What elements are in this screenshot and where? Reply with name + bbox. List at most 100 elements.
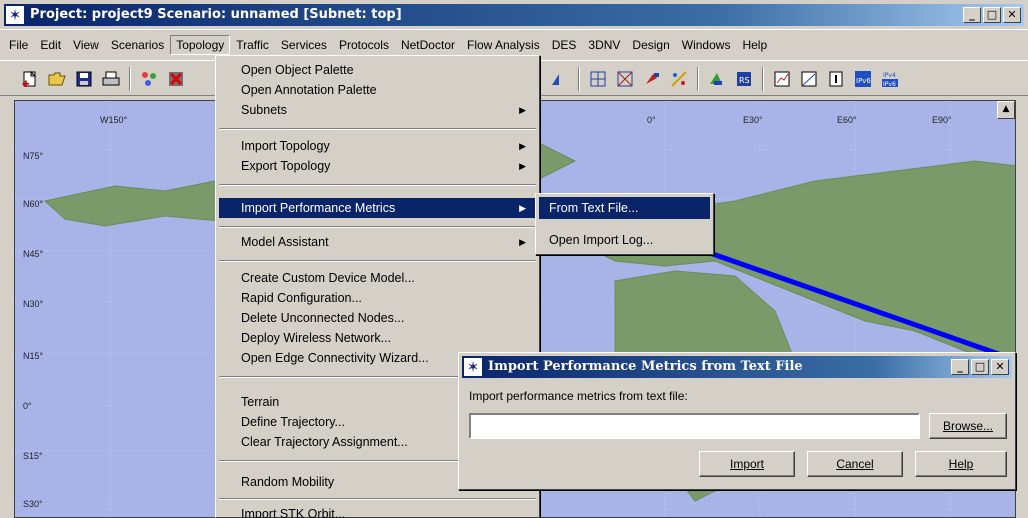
dialog-title: Import Performance Metrics from Text Fil… [488, 359, 803, 374]
menu-delete-unconnected-nodes[interactable]: Delete Unconnected Nodes... [219, 308, 536, 328]
menu-services[interactable]: Services [275, 35, 333, 55]
triangle-tool-icon[interactable] [548, 67, 572, 91]
menu-export-topology[interactable]: Export Topology ▶ [219, 156, 536, 176]
topology-cross-icon[interactable] [613, 67, 637, 91]
topology-grid-icon[interactable] [586, 67, 610, 91]
menu-topology[interactable]: Topology [170, 35, 231, 55]
scroll-up-arrow-icon[interactable]: ▲ [997, 101, 1015, 119]
toolbar-separator [762, 67, 764, 91]
delete-node-icon[interactable] [164, 67, 188, 91]
submenu-arrow-icon: ▶ [519, 203, 526, 213]
menu-windows[interactable]: Windows [676, 35, 737, 55]
maximize-button[interactable]: □ [983, 7, 1001, 23]
latitude-label: N75° [23, 151, 44, 161]
results-icon[interactable]: RS [732, 67, 756, 91]
window-controls: _ □ ✕ [963, 7, 1021, 23]
ipv4-ipv6-icon[interactable]: IPv4 IPv6 [878, 67, 902, 91]
longitude-label: W150° [100, 115, 128, 125]
menu-item-label: Open Object Palette [241, 63, 354, 77]
cancel-button[interactable]: Cancel [807, 451, 903, 477]
menu-design[interactable]: Design [626, 35, 675, 55]
menu-item-label: Rapid Configuration... [241, 291, 362, 305]
menu-3dnv[interactable]: 3DNV [582, 35, 626, 55]
toolbar-left-group: ✚ [18, 67, 188, 93]
import-button[interactable]: Import [699, 451, 795, 477]
menu-open-annotation-palette[interactable]: Open Annotation Palette [219, 80, 536, 100]
menu-open-import-log[interactable]: Open Import Log... [539, 229, 710, 251]
menu-item-label: Import Topology [241, 139, 330, 153]
import-metrics-dialog: ✶ Import Performance Metrics from Text F… [458, 352, 1016, 490]
menu-rapid-configuration[interactable]: Rapid Configuration... [219, 288, 536, 308]
menu-item-label: Open Annotation Palette [241, 83, 377, 97]
dialog-maximize-button[interactable]: □ [971, 359, 989, 375]
run-simulation-icon[interactable] [705, 67, 729, 91]
menu-import-stk-orbit[interactable]: Import STK Orbit... [219, 504, 536, 518]
longitude-label: E60° [837, 115, 857, 125]
menu-create-custom-device-model[interactable]: Create Custom Device Model... [219, 268, 536, 288]
print-icon[interactable] [99, 67, 123, 91]
window-titlebar[interactable]: ✶ Project: project9 Scenario: unnamed [S… [0, 0, 1028, 30]
latitude-label: N30° [23, 299, 44, 309]
latitude-label: N60° [23, 199, 44, 209]
info-icon[interactable] [824, 67, 848, 91]
menu-item-label: Delete Unconnected Nodes... [241, 311, 405, 325]
menu-item-label: Random Mobility [241, 475, 335, 489]
menu-import-performance-metrics[interactable]: Import Performance Metrics ▶ [219, 198, 536, 218]
menu-traffic[interactable]: Traffic [230, 35, 275, 55]
opnet-star-icon: ✶ [464, 358, 482, 376]
help-button[interactable]: Help [915, 451, 1007, 477]
menu-from-text-file[interactable]: From Text File... [539, 197, 710, 219]
toolbar-separator [697, 67, 699, 91]
menu-view[interactable]: View [67, 35, 105, 55]
minimize-button[interactable]: _ [963, 7, 981, 23]
menu-separator [219, 184, 536, 186]
svg-text:IPv6: IPv6 [883, 81, 896, 88]
dialog-titlebar[interactable]: ✶ Import Performance Metrics from Text F… [462, 356, 1012, 378]
open-folder-icon[interactable] [45, 67, 69, 91]
browse-button[interactable]: Browse... [929, 413, 1007, 439]
titlebar-gradient: ✶ Project: project9 Scenario: unnamed [S… [4, 4, 1024, 26]
menu-item-label: Subnets [241, 103, 287, 117]
opnet-star-icon: ✶ [6, 6, 24, 24]
dialog-minimize-button[interactable]: _ [951, 359, 969, 375]
menu-separator [219, 226, 536, 228]
menu-import-topology[interactable]: Import Topology ▶ [219, 136, 536, 156]
menu-netdoctor[interactable]: NetDoctor [395, 35, 461, 55]
menu-separator [219, 128, 536, 130]
menu-protocols[interactable]: Protocols [333, 35, 395, 55]
menu-model-assistant[interactable]: Model Assistant ▶ [219, 232, 536, 252]
toolbar-right-group: RS IPv6 IPv4 IPv6 [548, 67, 902, 93]
close-button[interactable]: ✕ [1003, 7, 1021, 23]
menu-subnets[interactable]: Subnets ▶ [219, 100, 536, 120]
import-performance-metrics-submenu: From Text File... Open Import Log... [535, 193, 714, 255]
dialog-close-button[interactable]: ✕ [991, 359, 1009, 375]
hand-pointer-icon[interactable] [640, 67, 664, 91]
new-file-icon[interactable]: ✚ [18, 67, 42, 91]
svg-text:IPv6: IPv6 [856, 77, 871, 85]
latitude-label: S30° [23, 499, 43, 509]
ipv6-icon[interactable]: IPv6 [851, 67, 875, 91]
menu-scenarios[interactable]: Scenarios [105, 35, 170, 55]
svg-text:✚: ✚ [22, 80, 30, 88]
toolbar-separator [129, 67, 131, 91]
network-wand-icon[interactable] [667, 67, 691, 91]
menu-deploy-wireless-network[interactable]: Deploy Wireless Network... [219, 328, 536, 348]
menu-separator [219, 498, 536, 500]
menu-flow-analysis[interactable]: Flow Analysis [461, 35, 546, 55]
menu-des[interactable]: DES [546, 35, 583, 55]
graph-icon[interactable] [770, 67, 794, 91]
menu-item-label: Export Topology [241, 159, 331, 173]
svg-text:IPv4: IPv4 [883, 72, 896, 79]
window-title: Project: project9 Scenario: unnamed [Sub… [30, 7, 402, 22]
latitude-label: 0° [23, 401, 32, 411]
node-palette-icon[interactable] [137, 67, 161, 91]
menu-edit[interactable]: Edit [34, 35, 67, 55]
svg-text:RS: RS [739, 76, 750, 85]
menu-open-object-palette[interactable]: Open Object Palette [219, 60, 536, 80]
menu-file[interactable]: File [3, 35, 34, 55]
save-icon[interactable] [72, 67, 96, 91]
menu-help[interactable]: Help [736, 35, 773, 55]
submenu-arrow-icon: ▶ [519, 237, 526, 247]
chart-icon[interactable] [797, 67, 821, 91]
file-path-input[interactable] [469, 413, 920, 439]
